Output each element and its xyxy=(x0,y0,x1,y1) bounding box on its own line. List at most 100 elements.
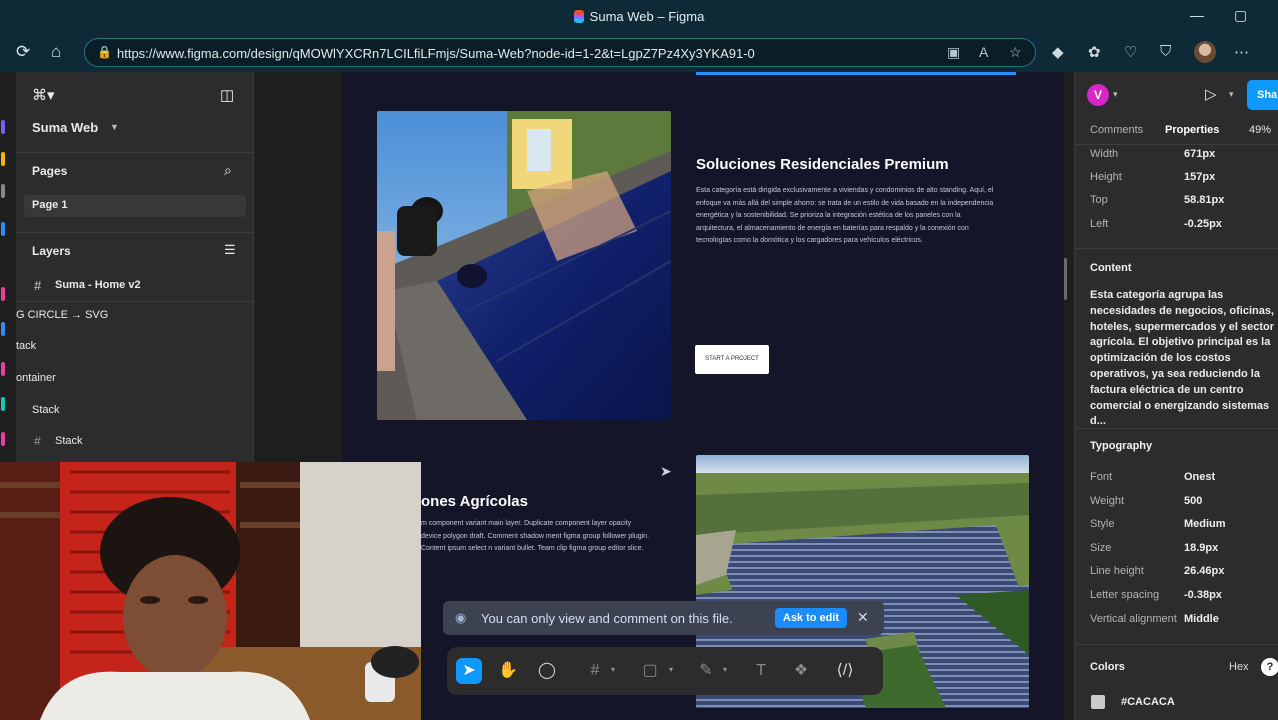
canvas-scrollbar[interactable] xyxy=(1064,258,1067,300)
layers-options-icon[interactable]: ☰ xyxy=(224,242,236,258)
tab-comments[interactable]: Comments xyxy=(1090,124,1143,136)
prop-label: Weight xyxy=(1090,495,1125,507)
text-tool-icon[interactable]: T xyxy=(748,658,774,684)
prop-value: 500 xyxy=(1184,495,1203,507)
cursor-pointer-icon: ➤ xyxy=(660,463,672,479)
shape-tool-icon[interactable]: ▢ xyxy=(637,658,663,684)
extension-shield-icon[interactable]: ◆ xyxy=(1052,43,1064,61)
solar-roof-illustration xyxy=(377,111,671,420)
content-header: Content xyxy=(1090,262,1132,274)
frame-icon: # xyxy=(34,278,42,293)
bottom-toolbar: ➤ ✋ ◯ # ▾ ▢ ▾ ✎ ▾ T ❖ ⟨/⟩ xyxy=(447,647,883,695)
layer-item[interactable]: Stack xyxy=(32,404,60,416)
divider xyxy=(16,152,254,153)
prop-label: Letter spacing xyxy=(1090,589,1160,601)
screenshot-icon[interactable]: ▣ xyxy=(947,44,960,61)
maximize-button[interactable]: ▢ xyxy=(1234,7,1247,24)
colors-header: Colors xyxy=(1090,661,1125,673)
file-name[interactable]: Suma Web xyxy=(32,120,98,135)
close-icon[interactable]: ✕ xyxy=(857,609,869,626)
url-field[interactable]: 🔒 https://www.figma.com/design/qMOWlYXCR… xyxy=(84,38,1036,67)
profile-avatar[interactable] xyxy=(1194,41,1216,63)
webcam-person-illustration xyxy=(0,462,421,720)
chevron-down-icon[interactable]: ▾ xyxy=(1113,89,1118,100)
toggle-sidebar-icon[interactable]: ◫ xyxy=(220,86,234,104)
view-only-banner: ◉ You can only view and comment on this … xyxy=(443,601,884,635)
color-format-select[interactable]: Hex xyxy=(1229,661,1249,673)
strip-marker xyxy=(1,120,5,134)
user-avatar[interactable]: V xyxy=(1087,84,1109,106)
prop-value: -0.38px xyxy=(1184,589,1222,601)
figma-menu-icon[interactable]: ⌘▾ xyxy=(32,86,55,104)
ask-to-edit-button[interactable]: Ask to edit xyxy=(775,608,847,628)
color-hex-value[interactable]: #CACACA xyxy=(1121,696,1175,708)
lock-icon: 🔒 xyxy=(97,45,112,59)
layer-item[interactable]: Suma - Home v2 xyxy=(55,279,141,291)
properties-panel: V ▾ ▷ ▾ Sha Comments Properties 49% Widt… xyxy=(1074,72,1278,720)
prop-label: Size xyxy=(1090,542,1112,554)
prop-label: Top xyxy=(1090,194,1108,206)
prop-value: 157px xyxy=(1184,171,1216,183)
strip-marker xyxy=(1,152,5,166)
prop-value: Middle xyxy=(1184,613,1219,625)
solar-roof-image[interactable] xyxy=(377,111,671,420)
extension-heart-icon[interactable]: ♡ xyxy=(1124,43,1137,61)
home-icon[interactable]: ⌂ xyxy=(51,42,61,62)
strip-marker xyxy=(1,322,5,336)
divider xyxy=(1075,644,1278,645)
window-title-text: Suma Web – Figma xyxy=(589,9,705,24)
prop-value: 18.9px xyxy=(1184,542,1219,554)
hand-tool-icon[interactable]: ✋ xyxy=(495,658,521,684)
components-tool-icon[interactable]: ❖ xyxy=(788,658,814,684)
strip-marker xyxy=(1,432,5,446)
read-aloud-icon[interactable]: A xyxy=(979,44,988,60)
prop-value: Medium xyxy=(1184,518,1226,530)
prop-value: 58.81px xyxy=(1184,194,1225,206)
chevron-down-icon[interactable]: ▾ xyxy=(723,665,727,674)
zoom-level[interactable]: 49% xyxy=(1249,124,1271,136)
refresh-icon[interactable]: ⟳ xyxy=(16,42,30,62)
divider xyxy=(16,301,254,302)
banner-message: You can only view and comment on this fi… xyxy=(481,611,733,626)
more-menu-icon[interactable]: ⋯ xyxy=(1234,43,1249,61)
dev-mode-icon[interactable]: ⟨/⟩ xyxy=(832,658,858,684)
url-text[interactable]: https://www.figma.com/design/qMOWlYXCRn7… xyxy=(117,46,755,61)
move-tool-icon[interactable]: ➤ xyxy=(456,658,482,684)
extension-puzzle-icon[interactable]: ✿ xyxy=(1088,43,1101,61)
prop-label: Width xyxy=(1090,148,1119,160)
layer-item[interactable]: Stack xyxy=(55,435,83,447)
section2-title[interactable]: ones Agrícolas xyxy=(421,493,528,510)
chevron-down-icon[interactable]: ▾ xyxy=(611,665,615,674)
page-item-label[interactable]: Page 1 xyxy=(32,199,67,211)
pen-tool-icon[interactable]: ✎ xyxy=(693,658,719,684)
layer-item[interactable]: tack xyxy=(16,340,36,352)
layer-item[interactable]: G CIRCLE → SVG xyxy=(16,309,108,321)
help-icon[interactable]: ? xyxy=(1261,658,1278,676)
frame-tool-icon[interactable]: # xyxy=(582,658,608,684)
section1-body[interactable]: Esta categoría está dirigida exclusivame… xyxy=(696,185,996,248)
file-menu-chevron-icon[interactable]: ▼ xyxy=(110,122,119,132)
layers-header: Layers xyxy=(32,244,71,258)
present-play-icon[interactable]: ▷ xyxy=(1205,85,1217,103)
figma-logo-icon xyxy=(573,10,584,23)
prop-value: 26.46px xyxy=(1184,565,1225,577)
prop-label: Height xyxy=(1090,171,1122,183)
browser-essentials-icon[interactable]: ⛉ xyxy=(1160,43,1171,60)
search-icon[interactable]: ⌕ xyxy=(224,162,232,179)
section1-title[interactable]: Soluciones Residenciales Premium xyxy=(696,156,949,173)
window-title: Suma Web – Figma xyxy=(0,9,1278,24)
strip-marker xyxy=(1,222,5,236)
favorite-star-icon[interactable]: ☆ xyxy=(1009,44,1022,61)
start-project-button[interactable]: START A PROJECT xyxy=(695,345,769,374)
color-swatch[interactable] xyxy=(1091,695,1105,709)
section2-body[interactable]: m component variant main layer. Duplicat… xyxy=(421,518,651,556)
tab-properties[interactable]: Properties xyxy=(1165,124,1219,136)
minimize-button[interactable]: — xyxy=(1190,7,1204,23)
typography-header: Typography xyxy=(1090,440,1153,452)
layer-item[interactable]: ontainer xyxy=(16,372,56,384)
comment-tool-icon[interactable]: ◯ xyxy=(534,658,560,684)
selection-outline xyxy=(696,72,1016,75)
chevron-down-icon[interactable]: ▾ xyxy=(1229,89,1234,100)
chevron-down-icon[interactable]: ▾ xyxy=(669,665,673,674)
share-button[interactable]: Sha xyxy=(1247,80,1278,110)
